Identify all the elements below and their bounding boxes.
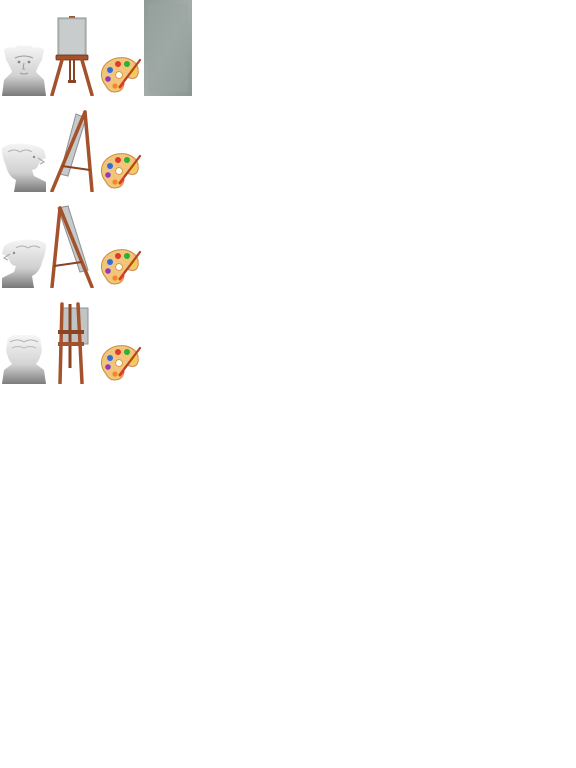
sprite-row-right [0, 96, 192, 192]
marble-bust-front-sprite [0, 0, 48, 96]
paint-palette-icon [96, 0, 144, 96]
paint-palette-icon [96, 192, 144, 288]
sprite-row-back [0, 288, 192, 384]
grey-canvas-texture-tile [144, 0, 192, 96]
wooden-easel-back-sprite [48, 288, 96, 384]
wooden-easel-side-sprite [48, 96, 96, 192]
wooden-easel-side-sprite [48, 192, 96, 288]
marble-bust-right-profile-sprite [0, 96, 48, 192]
marble-bust-left-profile-sprite [0, 192, 48, 288]
paint-palette-icon [96, 96, 144, 192]
paint-palette-icon [96, 288, 144, 384]
sprite-row-front [0, 0, 192, 96]
wooden-easel-front-sprite [48, 0, 96, 96]
marble-bust-back-sprite [0, 288, 48, 384]
sprite-row-left [0, 192, 192, 288]
sprite-sheet [0, 0, 576, 768]
